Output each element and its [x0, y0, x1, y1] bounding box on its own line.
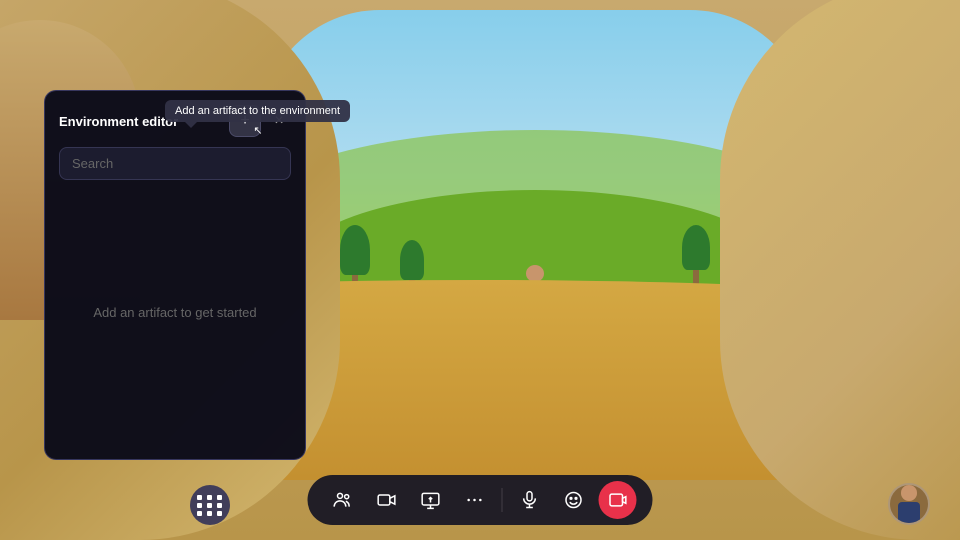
panel-title: Environment editor — [59, 114, 178, 129]
apps-button[interactable] — [190, 485, 230, 525]
record-icon — [608, 490, 628, 510]
video-button[interactable] — [368, 481, 406, 519]
empty-state-message: Add an artifact to get started — [93, 305, 256, 320]
video-icon — [377, 490, 397, 510]
more-icon — [465, 490, 485, 510]
mic-button[interactable] — [511, 481, 549, 519]
toolbar-divider — [502, 488, 503, 512]
avatar-head — [901, 485, 917, 501]
emoji-icon — [564, 490, 584, 510]
tree — [682, 225, 710, 285]
bottom-toolbar — [308, 475, 653, 525]
tooltip: Add an artifact to the environment — [165, 100, 350, 122]
apps-grid-icon — [197, 495, 224, 516]
mic-icon — [520, 490, 540, 510]
people-button[interactable] — [324, 481, 362, 519]
user-avatar-button[interactable] — [888, 483, 930, 525]
share-button[interactable] — [412, 481, 450, 519]
panel-content: Add an artifact to get started — [45, 192, 305, 432]
record-button[interactable] — [599, 481, 637, 519]
emoji-button[interactable] — [555, 481, 593, 519]
people-icon — [333, 490, 353, 510]
share-icon — [421, 490, 441, 510]
environment-editor-panel: Environment editor + ↖ × Add an artifact… — [44, 90, 306, 460]
search-input[interactable] — [59, 147, 291, 180]
avatar-torso — [898, 502, 920, 523]
avatar-silhouette — [895, 485, 923, 523]
more-button[interactable] — [456, 481, 494, 519]
search-container — [45, 147, 305, 192]
apps-button-area — [190, 485, 230, 525]
cursor-icon: ↖ — [252, 124, 264, 140]
